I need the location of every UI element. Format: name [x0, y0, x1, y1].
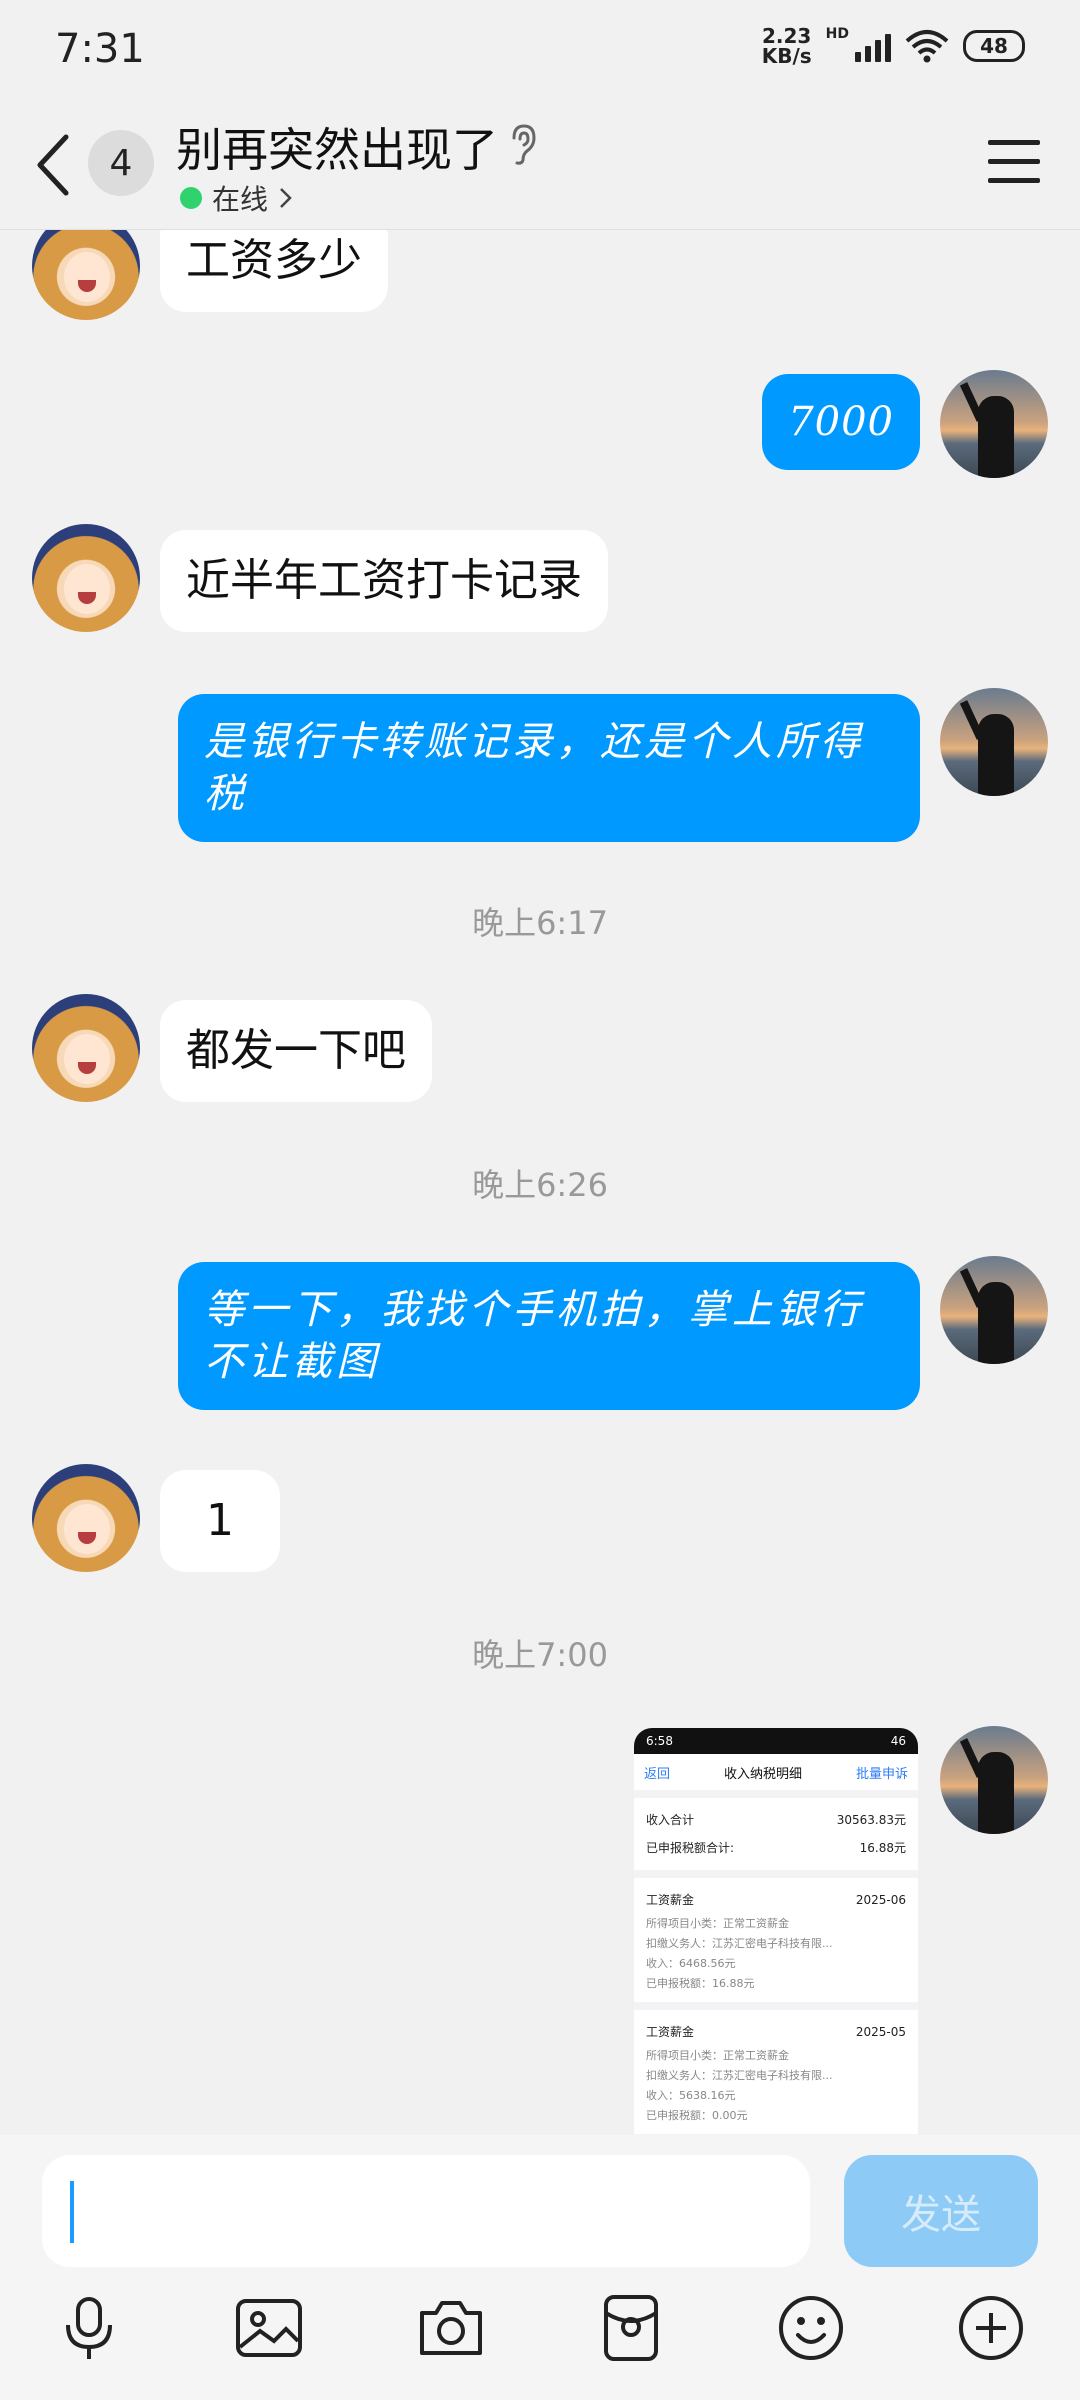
microphone-icon[interactable]	[54, 2293, 124, 2363]
image-status-bar: 6:58 46	[634, 1728, 918, 1754]
image-status-time: 6:58	[646, 1734, 673, 1748]
my-avatar[interactable]	[940, 1726, 1048, 1834]
message-timestamp: 晚上7:00	[472, 1636, 608, 1674]
image-record-payer: 扣缴义务人：江苏汇密电子科技有限...	[646, 1937, 833, 1950]
chat-header: 4 别再突然出现了 在线	[0, 100, 1080, 230]
image-back-link: 返回	[644, 1766, 671, 1782]
message-bubble-outgoing[interactable]: 7000	[762, 374, 920, 470]
image-record-income: 收入：6468.56元	[646, 1957, 736, 1970]
my-avatar[interactable]	[940, 370, 1048, 478]
network-speed-unit: KB/s	[761, 44, 812, 68]
contact-avatar[interactable]	[32, 524, 140, 632]
text-caret	[70, 2181, 74, 2243]
contact-avatar[interactable]	[32, 994, 140, 1102]
input-bar: 发送	[0, 2135, 1080, 2400]
contact-avatar[interactable]	[32, 1464, 140, 1572]
message-bubble-incoming[interactable]: 近半年工资打卡记录	[160, 530, 608, 632]
message-list[interactable]: 工资多少 7000 近半年工资打卡记录 是银行卡转账记录，还是个人所得税 晚上6…	[0, 230, 1080, 2135]
emoji-icon[interactable]	[776, 2293, 846, 2363]
camera-icon[interactable]	[416, 2293, 486, 2363]
message-bubble-incoming[interactable]: 1	[160, 1470, 280, 1572]
presence-label: 在线	[212, 183, 269, 216]
image-record-tax: 已申报税额：16.88元	[646, 1977, 755, 1990]
message-timestamp: 晚上6:26	[472, 1166, 608, 1204]
hd-indicator: HD	[825, 26, 849, 42]
presence-status[interactable]: 在线	[180, 178, 294, 218]
shared-screenshot-image[interactable]: 6:58 46 返回 收入纳税明细 批量申诉 收入合计 30563.83元 已申报…	[634, 1728, 918, 2135]
image-record-name: 工资薪金	[646, 2025, 695, 2039]
image-title: 收入纳税明细	[723, 1766, 802, 1782]
image-record-payer: 扣缴义务人：江苏汇密电子科技有限...	[646, 2069, 833, 2082]
network-speed-value: 2.23	[762, 24, 812, 48]
my-avatar[interactable]	[940, 688, 1048, 796]
image-summary-card: 收入合计 30563.83元 已申报税额合计: 16.88元	[634, 1798, 918, 1870]
menu-icon[interactable]	[988, 140, 1040, 184]
image-income-value: 30563.83元	[836, 1813, 906, 1827]
unread-count-badge[interactable]: 4	[88, 130, 154, 196]
my-avatar[interactable]	[940, 1256, 1048, 1364]
status-time: 7:31	[55, 26, 145, 72]
image-record-name: 工资薪金	[646, 1893, 695, 1907]
message-bubble-outgoing[interactable]: 是银行卡转账记录，还是个人所得税	[178, 694, 920, 842]
status-indicators: 2.23 KB/s HD 48	[762, 26, 1025, 66]
back-arrow-icon	[37, 134, 69, 196]
message-input[interactable]	[42, 2155, 810, 2267]
signal-icon	[855, 30, 891, 62]
image-record-tax: 已申报税额：0.00元	[646, 2109, 748, 2122]
image-record-income: 收入：5638.16元	[646, 2089, 736, 2102]
back-button[interactable]	[34, 130, 84, 200]
image-record-period: 2025-06	[855, 1893, 906, 1907]
message-bubble-outgoing[interactable]: 等一下，我找个手机拍，掌上银行不让截图	[178, 1262, 920, 1410]
send-button[interactable]: 发送	[844, 2155, 1038, 2267]
image-record-period: 2025-05	[855, 2025, 906, 2039]
online-dot-icon	[180, 187, 202, 209]
status-bar: 7:31 2.23 KB/s HD 48	[0, 0, 1080, 100]
image-icon[interactable]	[234, 2293, 304, 2363]
battery-indicator: 48	[963, 30, 1025, 62]
ear-icon[interactable]	[506, 122, 540, 166]
image-tax-label: 已申报税额合计:	[646, 1841, 735, 1855]
message-bubble-incoming[interactable]: 工资多少	[160, 230, 388, 312]
image-record-card: 工资薪金 2025-05 所得项目小类：正常工资薪金 扣缴义务人：江苏汇密电子科技…	[634, 2010, 918, 2134]
chat-title[interactable]: 别再突然出现了	[176, 114, 498, 180]
image-record-item: 所得项目小类：正常工资薪金	[646, 1917, 789, 1930]
image-status-battery: 46	[890, 1734, 906, 1748]
image-record-card: 工资薪金 2025-06 所得项目小类：正常工资薪金 扣缴义务人：江苏汇密电子科技…	[634, 1878, 918, 2002]
network-speed: 2.23 KB/s	[762, 26, 812, 66]
plus-icon[interactable]	[956, 2293, 1026, 2363]
message-bubble-incoming[interactable]: 都发一下吧	[160, 1000, 432, 1102]
image-record-item: 所得项目小类：正常工资薪金	[646, 2049, 789, 2062]
image-income-label: 收入合计	[646, 1813, 695, 1827]
message-timestamp: 晚上6:17	[472, 904, 608, 942]
image-nav-bar: 返回 收入纳税明细 批量申诉	[634, 1754, 918, 1790]
contact-avatar[interactable]	[32, 230, 140, 320]
image-action-link: 批量申诉	[855, 1766, 908, 1782]
image-tax-value: 16.88元	[859, 1841, 906, 1855]
wifi-icon	[905, 30, 949, 63]
chevron-right-icon	[280, 188, 292, 208]
red-packet-icon[interactable]	[596, 2293, 666, 2363]
